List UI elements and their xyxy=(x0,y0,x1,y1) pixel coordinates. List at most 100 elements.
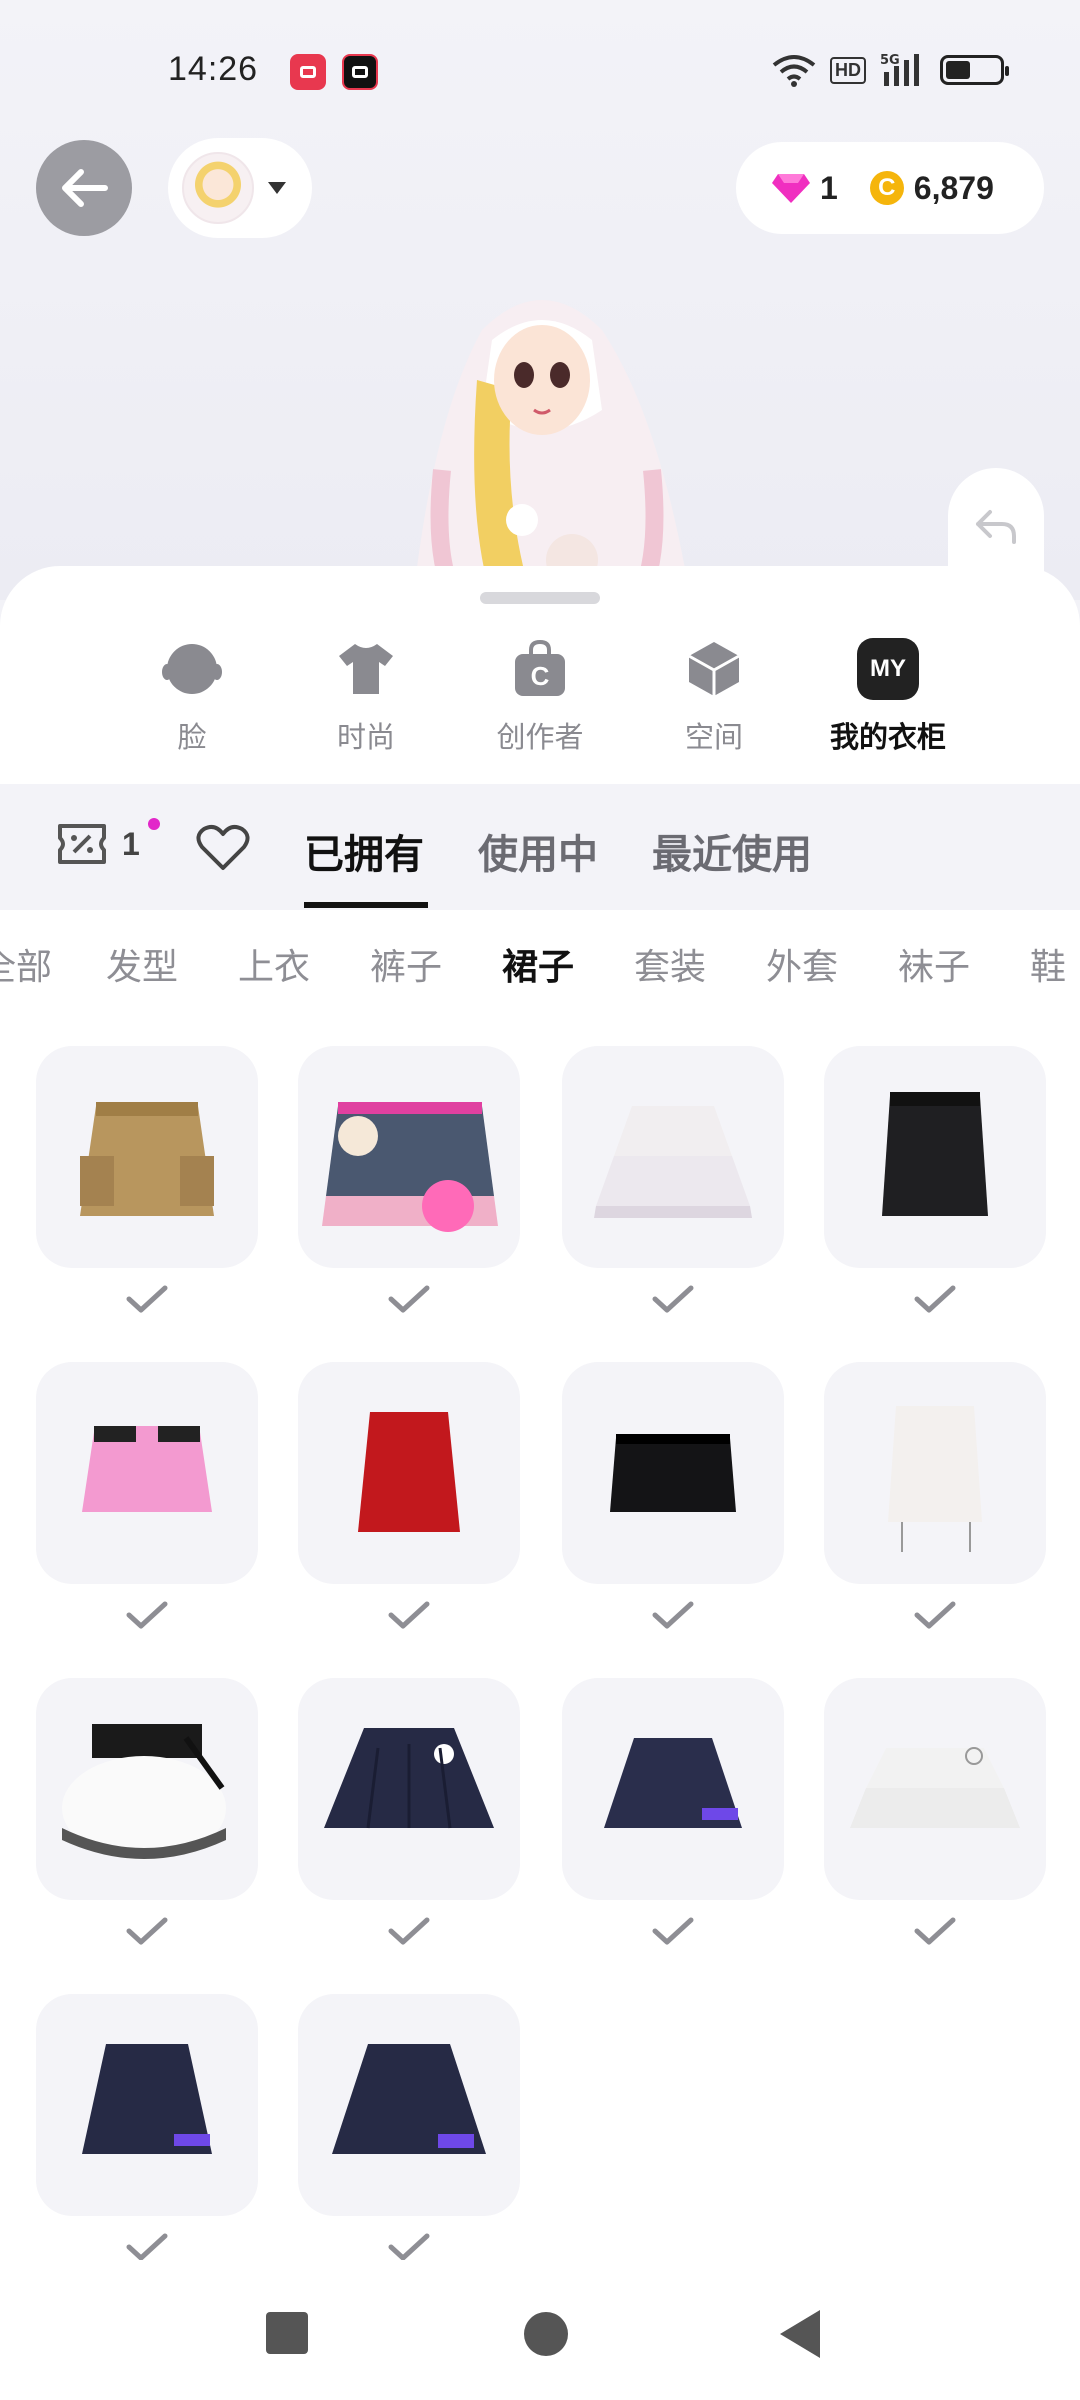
system-nav-bar xyxy=(0,2260,1080,2400)
owned-check-icon xyxy=(126,2233,168,2261)
closet-item[interactable] xyxy=(824,1678,1046,1900)
owned-check-icon xyxy=(652,1285,694,1313)
signal-icon: 5G xyxy=(880,53,919,86)
tab-space-label: 空间 xyxy=(684,722,743,754)
skirt-image xyxy=(82,1426,212,1512)
closet-item[interactable] xyxy=(36,1046,258,1268)
recents-button[interactable] xyxy=(266,2312,308,2354)
owned-check-icon xyxy=(388,2233,430,2261)
tab-face-label: 脸 xyxy=(177,722,207,754)
filter-bar: 1 已拥有 使用中 最近使用 xyxy=(0,784,1080,910)
item-type-filter: 全部 发型 上衣 裤子 裙子 套装 外套 袜子 鞋 xyxy=(0,910,1080,1010)
skirt-image xyxy=(882,1092,988,1216)
back-nav-button[interactable] xyxy=(780,2310,820,2358)
skirt-image xyxy=(80,1102,214,1216)
system-icons: HD 5G xyxy=(772,52,1009,88)
skirt-image xyxy=(604,1738,742,1828)
skirt-image xyxy=(322,1102,498,1232)
owned-check-icon xyxy=(914,1917,956,1945)
closet-item[interactable] xyxy=(298,1678,520,1900)
active-tab-underline xyxy=(304,902,428,908)
tab-my-closet[interactable]: MY 我的衣柜 xyxy=(818,638,958,756)
closet-item[interactable] xyxy=(824,1362,1046,1584)
type-skirt[interactable]: 裙子 xyxy=(502,938,574,990)
type-set[interactable]: 套装 xyxy=(634,938,706,990)
closet-item[interactable] xyxy=(36,1678,258,1900)
owned-check-icon xyxy=(388,1917,430,1945)
creator-bag-icon: C xyxy=(509,638,571,700)
type-socks[interactable]: 袜子 xyxy=(898,938,970,990)
undo-button[interactable] xyxy=(948,468,1044,578)
tab-creator[interactable]: C 创作者 xyxy=(470,638,610,756)
closet-item[interactable] xyxy=(298,1362,520,1584)
tshirt-icon xyxy=(335,638,397,700)
closet-item[interactable] xyxy=(298,1046,520,1268)
tab-fashion-label: 时尚 xyxy=(336,722,395,754)
skirt-image xyxy=(888,1406,982,1552)
avatar-character xyxy=(413,300,691,600)
type-shoes[interactable]: 鞋 xyxy=(1030,938,1066,990)
coupon-button[interactable]: 1 xyxy=(56,818,160,866)
tab-fashion[interactable]: 时尚 xyxy=(296,638,436,756)
screen-record-icon xyxy=(290,54,326,90)
gem-count: 1 xyxy=(820,169,838,206)
closet-item[interactable] xyxy=(562,1046,784,1268)
closet-item[interactable] xyxy=(562,1678,784,1900)
skirt-image xyxy=(324,1728,494,1829)
avatar-stage: 14:26 HD 5G 1 C 6,879 xyxy=(0,0,1080,600)
cube-icon xyxy=(683,638,745,700)
type-hair[interactable]: 发型 xyxy=(106,938,178,990)
type-all[interactable]: 全部 xyxy=(0,938,52,990)
tab-space[interactable]: 空间 xyxy=(644,638,784,756)
coupon-count: 1 xyxy=(122,825,140,862)
skirt-image xyxy=(358,1412,460,1532)
type-top[interactable]: 上衣 xyxy=(238,938,310,990)
closet-item[interactable] xyxy=(36,1362,258,1584)
skirt-image xyxy=(332,2044,486,2154)
heart-icon[interactable] xyxy=(196,824,250,872)
back-button[interactable] xyxy=(36,140,132,236)
home-button[interactable] xyxy=(524,2312,568,2356)
owned-check-icon xyxy=(126,1917,168,1945)
battery-icon xyxy=(940,55,1009,85)
closet-item[interactable] xyxy=(562,1362,784,1584)
closet-item[interactable] xyxy=(36,1994,258,2216)
skirt-image xyxy=(82,2044,212,2154)
owned-check-icon xyxy=(914,1285,956,1313)
closet-item[interactable] xyxy=(298,1994,520,2216)
wifi-icon xyxy=(772,55,816,87)
video-app-icon xyxy=(342,54,378,90)
avatar-switcher[interactable] xyxy=(168,138,312,238)
coin-count: 6,879 xyxy=(913,169,994,206)
tab-in-use[interactable]: 使用中 xyxy=(478,822,598,880)
owned-check-icon xyxy=(126,1601,168,1629)
status-bar: 14:26 HD 5G xyxy=(0,48,1080,96)
owned-check-icon xyxy=(388,1601,430,1629)
owned-check-icon xyxy=(652,1917,694,1945)
type-outerwear[interactable]: 外套 xyxy=(766,938,838,990)
face-icon xyxy=(161,638,223,700)
coin-icon: C xyxy=(869,171,904,205)
closet-item[interactable] xyxy=(824,1046,1046,1268)
currency-display[interactable]: 1 C 6,879 xyxy=(736,142,1044,234)
tab-owned[interactable]: 已拥有 xyxy=(304,822,424,880)
coupon-icon xyxy=(58,824,106,864)
tab-face[interactable]: 脸 xyxy=(122,638,262,756)
owned-check-icon xyxy=(652,1601,694,1629)
status-time: 14:26 xyxy=(168,50,259,88)
avatar xyxy=(182,152,254,224)
network-type: 5G xyxy=(880,53,900,68)
sheet-drag-handle[interactable] xyxy=(480,592,600,604)
skirt-image xyxy=(850,1747,1020,1828)
tab-creator-label: 创作者 xyxy=(496,722,584,754)
hd-indicator: HD xyxy=(830,56,866,84)
undo-icon xyxy=(976,510,1016,544)
owned-check-icon xyxy=(388,1285,430,1313)
skirt-image xyxy=(610,1434,736,1512)
arrow-left-icon xyxy=(62,169,108,207)
tab-my-closet-label: 我的衣柜 xyxy=(829,722,946,754)
type-pants[interactable]: 裤子 xyxy=(370,938,442,990)
svg-text:C: C xyxy=(531,661,550,691)
owned-check-icon xyxy=(914,1601,956,1629)
tab-recent[interactable]: 最近使用 xyxy=(652,822,812,880)
